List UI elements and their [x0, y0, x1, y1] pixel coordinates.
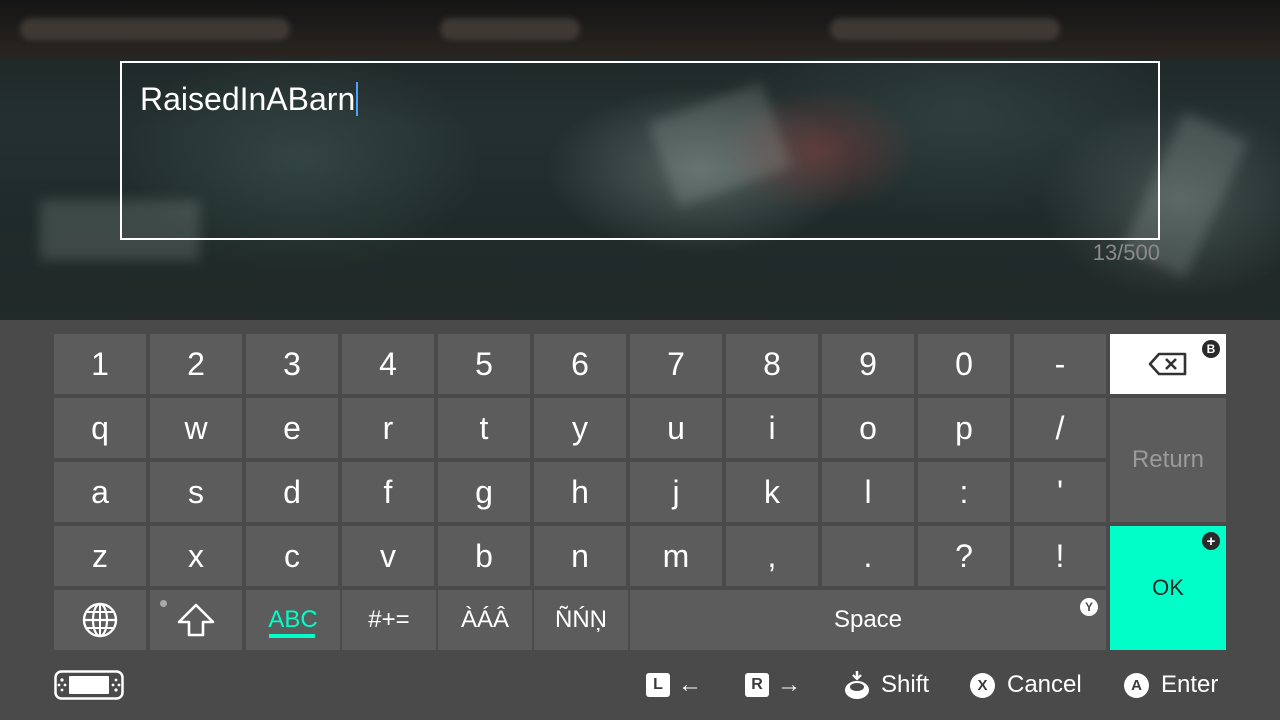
key[interactable]: . [822, 526, 914, 586]
language-globe-button[interactable] [54, 590, 146, 650]
key[interactable]: q [54, 398, 146, 458]
key[interactable]: 3 [246, 334, 338, 394]
mode-tab-accents-n[interactable]: ÑŃŅ [534, 590, 628, 650]
active-mode-underline [269, 634, 315, 638]
r-button-icon: R [745, 673, 769, 697]
enter-hint-label: Enter [1161, 671, 1219, 698]
key[interactable]: x [150, 526, 242, 586]
key[interactable]: k [726, 462, 818, 522]
key[interactable]: t [438, 398, 530, 458]
key[interactable]: 8 [726, 334, 818, 394]
hint-shift: Shift [843, 670, 929, 700]
key[interactable]: 6 [534, 334, 626, 394]
key[interactable]: n [534, 526, 626, 586]
cancel-hint-label: Cancel [1007, 671, 1082, 698]
key[interactable]: ? [918, 526, 1010, 586]
b-button-badge: B [1202, 340, 1220, 358]
handheld-console-icon [54, 670, 124, 700]
key[interactable]: c [246, 526, 338, 586]
x-button-icon: X [970, 672, 995, 698]
mode-tab-symbols[interactable]: #+= [342, 590, 436, 650]
text-input-value: RaisedInABarn [140, 79, 359, 119]
mode-tab-accents-a[interactable]: ÀÁÂ [438, 590, 532, 650]
key[interactable]: i [726, 398, 818, 458]
background-blurred-text [830, 18, 1060, 40]
key[interactable]: z [54, 526, 146, 586]
right-arrow-icon: → [777, 671, 801, 698]
hint-enter: A Enter [1124, 670, 1218, 700]
key[interactable]: 9 [822, 334, 914, 394]
backspace-key[interactable]: B [1110, 334, 1226, 394]
key[interactable]: : [918, 462, 1010, 522]
character-counter: 13/500 [1092, 240, 1160, 265]
background-blurred-text [20, 18, 290, 40]
key[interactable]: u [630, 398, 722, 458]
space-key[interactable]: Space Y [630, 590, 1106, 650]
key[interactable]: m [630, 526, 722, 586]
key[interactable]: y [534, 398, 626, 458]
key[interactable]: f [342, 462, 434, 522]
text-caret [356, 82, 359, 116]
key[interactable]: 5 [438, 334, 530, 394]
l-button-icon: L [646, 673, 670, 697]
key[interactable]: b [438, 526, 530, 586]
return-key[interactable]: Return [1110, 398, 1226, 522]
mode-tab-abc[interactable]: ABC [246, 590, 340, 650]
hint-move-right: R → [745, 670, 801, 700]
key[interactable]: o [822, 398, 914, 458]
key[interactable]: j [630, 462, 722, 522]
key[interactable]: e [246, 398, 338, 458]
key[interactable]: 1 [54, 334, 146, 394]
key[interactable]: ! [1014, 526, 1106, 586]
controller-hints-bar: L ← R → Shift X Cancel A Enter [0, 660, 1280, 710]
shift-key[interactable] [150, 590, 242, 650]
key[interactable]: p [918, 398, 1010, 458]
key[interactable]: / [1014, 398, 1106, 458]
stick-press-icon [845, 671, 869, 699]
shift-arrow-icon [177, 603, 215, 637]
plus-button-badge: + [1202, 532, 1220, 550]
globe-icon [82, 602, 118, 638]
key[interactable]: - [1014, 334, 1106, 394]
background-blurred-text [440, 18, 580, 40]
key[interactable]: d [246, 462, 338, 522]
key[interactable]: w [150, 398, 242, 458]
key[interactable]: h [534, 462, 626, 522]
handheld-mode-indicator [54, 670, 124, 700]
backspace-icon [1148, 352, 1187, 376]
key[interactable]: s [150, 462, 242, 522]
key[interactable]: g [438, 462, 530, 522]
shift-indicator-dot [160, 600, 167, 607]
hint-move-left: L ← [646, 670, 702, 700]
ok-button[interactable]: OK + [1110, 526, 1226, 650]
key[interactable]: 0 [918, 334, 1010, 394]
y-button-badge: Y [1080, 598, 1098, 616]
hint-cancel: X Cancel [970, 670, 1082, 700]
key[interactable]: v [342, 526, 434, 586]
key[interactable]: , [726, 526, 818, 586]
key[interactable]: a [54, 462, 146, 522]
key[interactable]: 7 [630, 334, 722, 394]
a-button-icon: A [1124, 672, 1149, 698]
shift-hint-label: Shift [881, 671, 930, 698]
key[interactable]: ' [1014, 462, 1106, 522]
left-arrow-icon: ← [678, 671, 702, 698]
key[interactable]: 2 [150, 334, 242, 394]
key[interactable]: 4 [342, 334, 434, 394]
key[interactable]: r [342, 398, 434, 458]
key[interactable]: l [822, 462, 914, 522]
text-input-box[interactable]: RaisedInABarn [120, 61, 1160, 240]
